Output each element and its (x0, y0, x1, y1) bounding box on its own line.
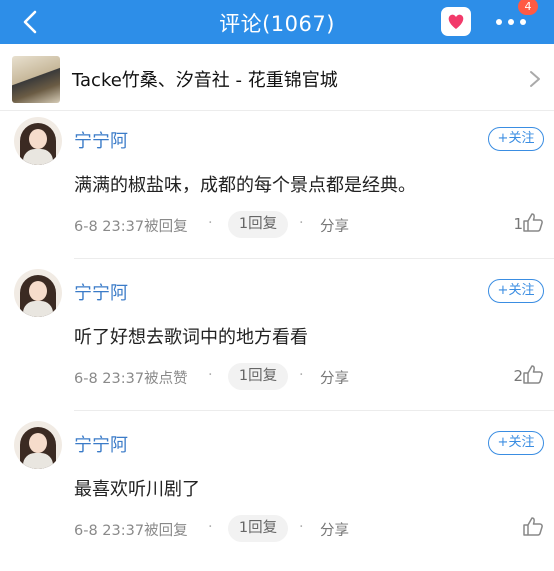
more-dots-icon[interactable] (493, 12, 533, 32)
comment-item: 宁宁阿 +关注 满满的椒盐味，成都的每个景点都是经典。 6-8 23:37被回复… (0, 117, 554, 267)
separator-dot: · (208, 519, 213, 535)
separator-dot: · (208, 215, 213, 231)
chevron-right-icon (530, 71, 540, 87)
avatar[interactable] (14, 117, 62, 165)
share-button[interactable]: 分享 (320, 215, 349, 236)
follow-button[interactable]: +关注 (488, 279, 544, 303)
top-bar: 评论(1067) 4 (0, 0, 554, 44)
comment-text: 最喜欢听川剧了 (74, 479, 200, 500)
reply-count-button[interactable]: 1回复 (228, 363, 288, 390)
share-button[interactable]: 分享 (320, 367, 349, 388)
divider (0, 110, 554, 111)
like-count: 2 (513, 367, 523, 385)
separator-dot: · (299, 215, 304, 231)
avatar[interactable] (14, 269, 62, 317)
notification-badge: 4 (518, 0, 538, 15)
username[interactable]: 宁宁阿 (74, 127, 128, 153)
reply-count-button[interactable]: 1回复 (228, 515, 288, 542)
comment-text: 听了好想去歌词中的地方看看 (74, 327, 308, 348)
comment-item: 宁宁阿 +关注 最喜欢听川剧了 6-8 23:37被回复 · 1回复 · 分享 (0, 421, 554, 571)
thumbs-up-icon[interactable] (522, 363, 544, 385)
reply-count-button[interactable]: 1回复 (228, 211, 288, 238)
username[interactable]: 宁宁阿 (74, 431, 128, 457)
username[interactable]: 宁宁阿 (74, 279, 128, 305)
thumbs-up-icon[interactable] (522, 515, 544, 537)
comment-meta: 6-8 23:37被点赞 (74, 371, 188, 387)
message-heart-icon[interactable] (441, 7, 471, 36)
comment-text: 满满的椒盐味，成都的每个景点都是经典。 (74, 175, 416, 196)
separator-dot: · (299, 367, 304, 383)
separator-dot: · (299, 519, 304, 535)
separator-dot: · (208, 367, 213, 383)
song-title: Tacke竹桑、汐音社 - 花重锦官城 (72, 70, 338, 91)
song-row[interactable]: Tacke竹桑、汐音社 - 花重锦官城 (0, 50, 554, 110)
share-button[interactable]: 分享 (320, 519, 349, 540)
like-count: 1 (513, 215, 523, 233)
comment-meta: 6-8 23:37被回复 (74, 219, 188, 235)
follow-button[interactable]: +关注 (488, 127, 544, 151)
song-cover-image (12, 56, 60, 103)
thumbs-up-icon[interactable] (522, 211, 544, 233)
comment-item: 宁宁阿 +关注 听了好想去歌词中的地方看看 6-8 23:37被点赞 · 1回复… (0, 269, 554, 419)
divider (74, 258, 554, 259)
comment-meta: 6-8 23:37被回复 (74, 523, 188, 539)
follow-button[interactable]: +关注 (488, 431, 544, 455)
divider (74, 410, 554, 411)
avatar[interactable] (14, 421, 62, 469)
